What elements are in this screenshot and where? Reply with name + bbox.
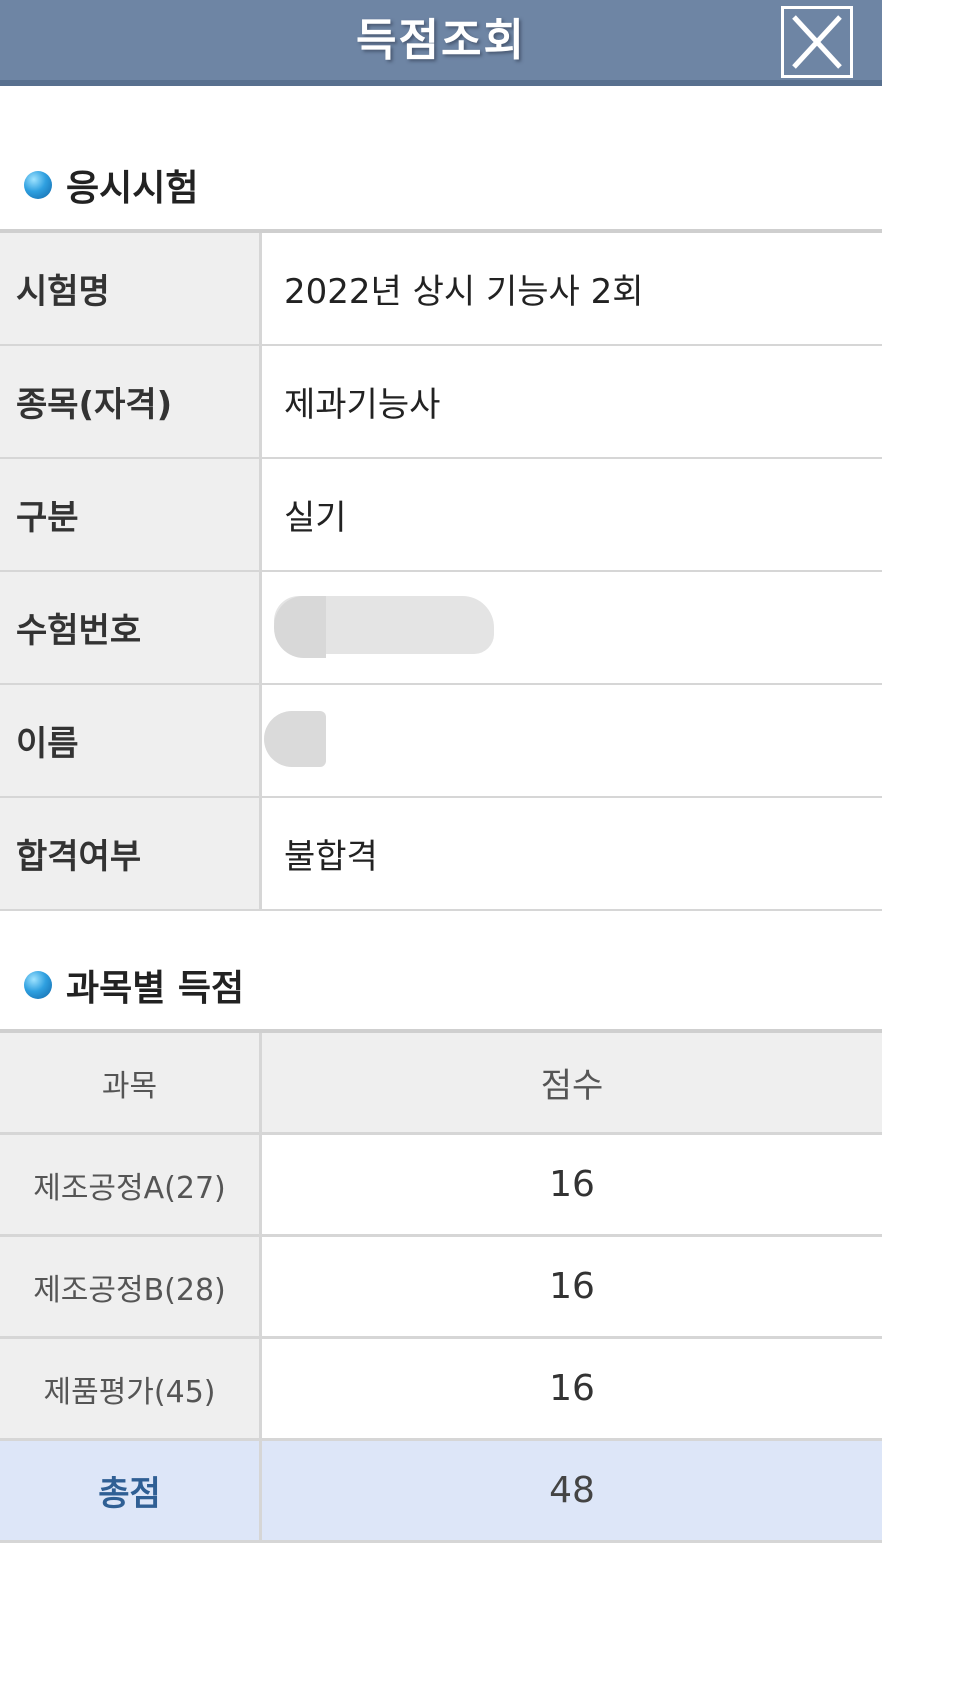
exam-number-value xyxy=(262,572,882,683)
exam-number-label: 수험번호 xyxy=(0,572,262,683)
exam-info-table: 시험명 2022년 상시 기능사 2회 종목(자격) 제과기능사 구분 실기 수… xyxy=(0,229,882,911)
table-row: 제조공정A(27) 16 xyxy=(0,1135,882,1237)
table-row: 이름 xyxy=(0,685,882,798)
exam-name-value: 2022년 상시 기능사 2회 xyxy=(284,272,644,312)
category-label: 구분 xyxy=(0,459,262,570)
exam-name-label: 시험명 xyxy=(0,233,262,344)
close-icon xyxy=(792,15,842,69)
exam-section-heading: 응시시험 xyxy=(24,155,198,215)
redaction-mark xyxy=(264,711,326,767)
subject-cell: 제품평가(45) xyxy=(0,1339,262,1438)
name-value xyxy=(262,685,882,796)
blue-bullet-icon xyxy=(24,171,52,199)
table-row: 구분 실기 xyxy=(0,459,882,572)
total-score: 48 xyxy=(549,1470,595,1511)
page-title: 득점조회 xyxy=(356,15,526,66)
total-row: 총점 48 xyxy=(0,1441,882,1543)
subject-column-header: 과목 xyxy=(0,1033,262,1132)
score-cell: 16 xyxy=(549,1266,595,1307)
blue-bullet-icon xyxy=(24,971,52,999)
score-section-title: 과목별 득점 xyxy=(66,968,245,1009)
qualification-value: 제과기능사 xyxy=(284,385,441,425)
subject-cell: 제조공정A(27) xyxy=(0,1135,262,1234)
score-column-header: 점수 xyxy=(540,1066,604,1106)
table-row: 종목(자격) 제과기능사 xyxy=(0,346,882,459)
table-row: 수험번호 xyxy=(0,572,882,685)
pass-status-label: 합격여부 xyxy=(0,798,262,909)
name-label: 이름 xyxy=(0,685,262,796)
redaction-mark xyxy=(274,596,326,658)
score-cell: 16 xyxy=(549,1368,595,1409)
table-row: 시험명 2022년 상시 기능사 2회 xyxy=(0,233,882,346)
table-header-row: 과목 점수 xyxy=(0,1033,882,1135)
exam-section-title: 응시시험 xyxy=(66,168,199,209)
score-table: 과목 점수 제조공정A(27) 16 제조공정B(28) 16 제품평가(45)… xyxy=(0,1029,882,1543)
category-value: 실기 xyxy=(284,498,347,538)
score-inquiry-page: 득점조회 응시시험 시험명 2022년 상시 기능사 2회 종목(자격) 제과기… xyxy=(0,0,882,1708)
pass-status-value: 불합격 xyxy=(284,837,378,877)
subject-cell: 제조공정B(28) xyxy=(0,1237,262,1336)
total-label: 총점 xyxy=(0,1441,262,1540)
score-section-heading: 과목별 득점 xyxy=(24,955,244,1015)
score-cell: 16 xyxy=(549,1164,595,1205)
table-row: 제품평가(45) 16 xyxy=(0,1339,882,1441)
close-button[interactable] xyxy=(781,6,853,78)
header-bar: 득점조회 xyxy=(0,0,882,86)
qualification-label: 종목(자격) xyxy=(0,346,262,457)
table-row: 합격여부 불합격 xyxy=(0,798,882,911)
table-row: 제조공정B(28) 16 xyxy=(0,1237,882,1339)
